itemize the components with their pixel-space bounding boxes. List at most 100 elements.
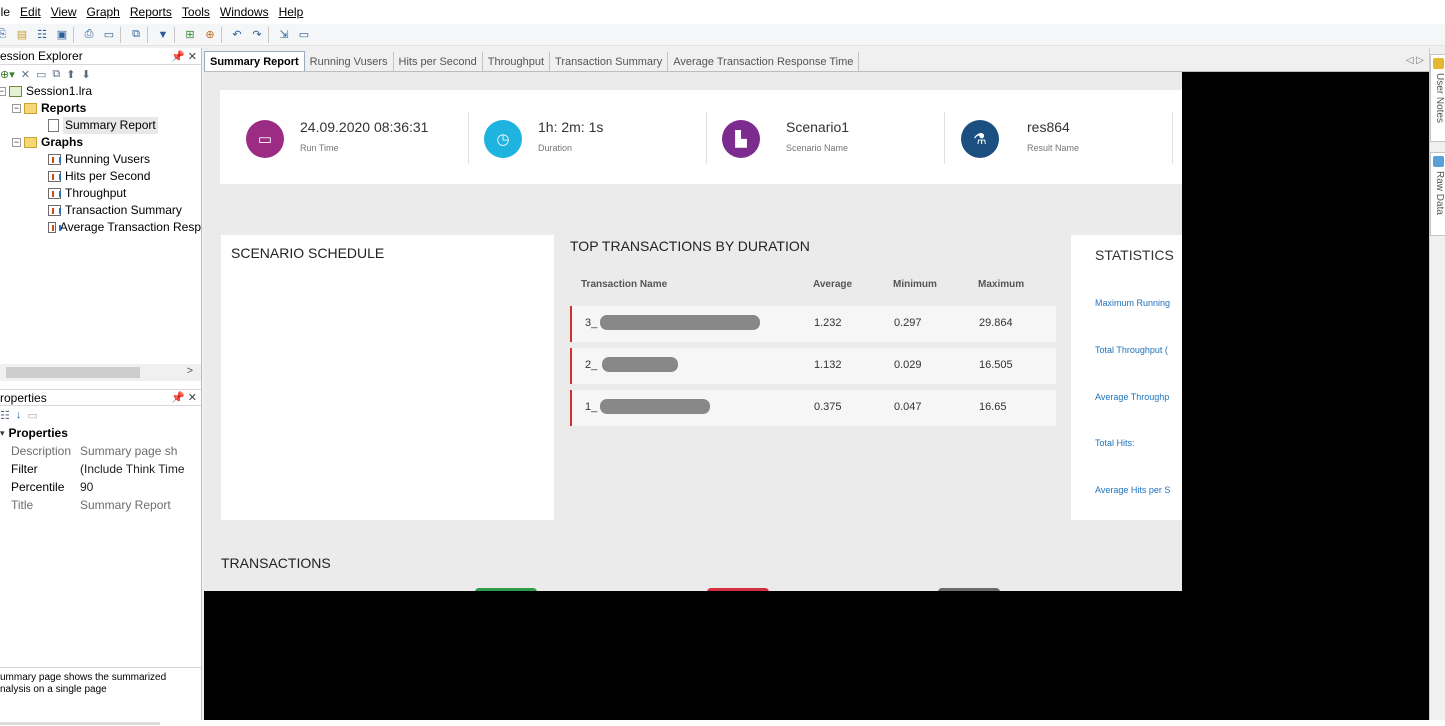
table-row[interactable]: 2_ 1.132 0.029 16.505 <box>570 348 1056 384</box>
move-up-icon[interactable]: ⬆ <box>66 68 75 81</box>
property-value[interactable]: 90 <box>80 480 201 494</box>
tree-node-label: Transaction Summary <box>65 203 182 217</box>
tab-summary-report[interactable]: Summary Report <box>204 51 305 71</box>
kpi-value: 1h: 2m: 1s <box>538 119 604 135</box>
collapse-icon[interactable]: − <box>0 87 6 96</box>
calendar-icon: ▭ <box>246 120 284 158</box>
top-transactions-title: TOP TRANSACTIONS BY DURATION <box>570 238 810 254</box>
menu-help[interactable]: Help <box>279 5 310 19</box>
menu-graph[interactable]: Graph <box>87 5 126 19</box>
print-preview-icon[interactable]: ▭ <box>101 27 117 43</box>
delete-icon[interactable]: ✕ <box>21 68 30 81</box>
tree-node-graph-hits-per-second[interactable]: Hits per Second <box>0 168 201 185</box>
transactions-title: TRANSACTIONS <box>221 555 331 571</box>
open-folder-icon[interactable]: ▤ <box>14 27 30 43</box>
tab-scroll-arrows-icon[interactable]: ◁ ▷ <box>1406 55 1424 66</box>
tree-node-graph-running-vusers[interactable]: Running Vusers <box>0 151 201 168</box>
pin-close-icon[interactable]: 📌 ✕ <box>171 50 197 63</box>
menu-edit[interactable]: Edit <box>20 5 47 19</box>
tree-node-graph-avg-transaction-response[interactable]: Average Transaction Resp <box>0 219 201 236</box>
right-dock: User Notes Raw Data <box>1429 48 1445 720</box>
tab-raw-data[interactable]: Raw Data <box>1430 152 1445 236</box>
top-transactions-panel: TOP TRANSACTIONS BY DURATION Transaction… <box>569 235 1059 535</box>
tree-node-summary-report[interactable]: Summary Report <box>0 117 201 134</box>
tab-user-notes[interactable]: User Notes <box>1430 54 1445 142</box>
property-row-title[interactable]: Title Summary Report <box>0 496 201 514</box>
tree-node-graphs[interactable]: − Graphs <box>0 134 201 151</box>
property-row-percentile[interactable]: Percentile 90 <box>0 478 201 496</box>
redo-icon[interactable]: ↷ <box>249 27 265 43</box>
tree-node-label: Hits per Second <box>65 169 151 183</box>
property-value[interactable]: (Include Think Time <box>80 462 201 476</box>
graph-icon <box>48 154 61 165</box>
sort-alpha-icon[interactable]: ↓ <box>16 409 22 421</box>
pin-close-icon[interactable]: 📌 ✕ <box>171 391 197 404</box>
redaction-mark <box>602 357 678 372</box>
undo-icon[interactable]: ↶ <box>229 27 245 43</box>
status-bar-segment <box>0 722 160 725</box>
open-icon[interactable]: ⎘ <box>0 27 10 43</box>
export-icon[interactable]: ⇲ <box>276 27 292 43</box>
kpi-label: Duration <box>538 143 573 153</box>
menu-tools[interactable]: Tools <box>182 5 216 19</box>
save-icon[interactable]: ▣ <box>54 27 70 43</box>
tree-node-graph-throughput[interactable]: Throughput <box>0 185 201 202</box>
scrollbar-thumb[interactable] <box>6 367 140 378</box>
graph-icon <box>48 188 61 199</box>
print-icon[interactable]: ⎙ <box>81 27 97 43</box>
categorized-icon[interactable]: ☷ <box>0 409 10 422</box>
tree-node-session[interactable]: − Session1.lra <box>0 83 201 100</box>
tab-average-transaction-response-time[interactable]: Average Transaction Response Time <box>668 52 860 71</box>
kpi-divider <box>468 112 469 164</box>
property-description-line: ummary page shows the summarized <box>0 672 167 683</box>
property-group[interactable]: ▾ Properties <box>0 424 201 442</box>
session-explorer-header: ession Explorer 📌 ✕ <box>0 48 201 65</box>
table-row[interactable]: 3_ 1.232 0.297 29.864 <box>570 306 1056 342</box>
add-icon[interactable]: ⊕▾ <box>0 68 15 81</box>
tree-horizontal-scrollbar[interactable]: > <box>0 364 201 381</box>
tree-node-label: Average Transaction Resp <box>59 220 201 234</box>
tree-node-graph-transaction-summary[interactable]: Transaction Summary <box>0 202 201 219</box>
window-icon[interactable]: ▭ <box>296 27 312 43</box>
collapse-arrow-icon[interactable]: ▾ <box>0 428 5 439</box>
cell-transaction-name: 3_ <box>585 317 598 329</box>
kpi-value: Scenario1 <box>786 119 850 135</box>
tree-node-label: Reports <box>41 101 87 115</box>
copy-icon[interactable]: ⧉ <box>52 68 60 81</box>
menu-reports[interactable]: Reports <box>130 5 178 19</box>
property-row-description[interactable]: Description Summary page sh <box>0 442 201 460</box>
menu-view[interactable]: View <box>51 5 83 19</box>
rename-icon[interactable]: ▭ <box>36 68 46 81</box>
scroll-right-icon[interactable]: > <box>187 365 193 377</box>
merge-graph-icon[interactable]: ⊞ <box>182 27 198 43</box>
copy-icon[interactable]: ⧉ <box>128 27 144 43</box>
collapse-icon[interactable]: − <box>12 138 21 147</box>
property-pages-icon[interactable]: ▭ <box>27 409 37 422</box>
cell-transaction-name: 1_ <box>585 401 598 413</box>
statistic-label: Total Throughput ( <box>1095 345 1168 355</box>
statistic-label: Maximum Running <box>1095 298 1171 308</box>
redaction-mark <box>600 315 760 330</box>
tab-throughput[interactable]: Throughput <box>483 52 551 71</box>
filter-icon[interactable]: ▼ <box>155 27 171 43</box>
folder-icon <box>24 103 37 114</box>
document-tabs: Summary Report Running Vusers Hits per S… <box>204 51 1430 72</box>
tab-transaction-summary[interactable]: Transaction Summary <box>550 52 669 71</box>
property-row-filter[interactable]: Filter (Include Think Time <box>0 460 201 478</box>
move-down-icon[interactable]: ⬇ <box>81 68 90 81</box>
tree-node-reports[interactable]: − Reports <box>0 100 201 117</box>
properties-icon[interactable]: ☷ <box>34 27 50 43</box>
session-explorer-toolbar: ⊕▾ ✕ ▭ ⧉ ⬆ ⬇ <box>0 65 201 83</box>
graph-icon <box>48 171 61 182</box>
tab-hits-per-second[interactable]: Hits per Second <box>394 52 483 71</box>
table-row[interactable]: 1_ 0.375 0.047 16.65 <box>570 390 1056 426</box>
tree-node-label: Session1.lra <box>26 84 93 98</box>
menu-file[interactable]: ile <box>0 5 16 19</box>
tab-running-vusers[interactable]: Running Vusers <box>305 52 394 71</box>
collapse-icon[interactable]: − <box>12 104 21 113</box>
zoom-icon[interactable]: ⊕ <box>202 27 218 43</box>
kpi-divider <box>944 112 945 164</box>
property-description: ummary page shows the summarized nalysis… <box>0 667 201 720</box>
data-icon <box>1433 156 1444 167</box>
menu-windows[interactable]: Windows <box>220 5 275 19</box>
